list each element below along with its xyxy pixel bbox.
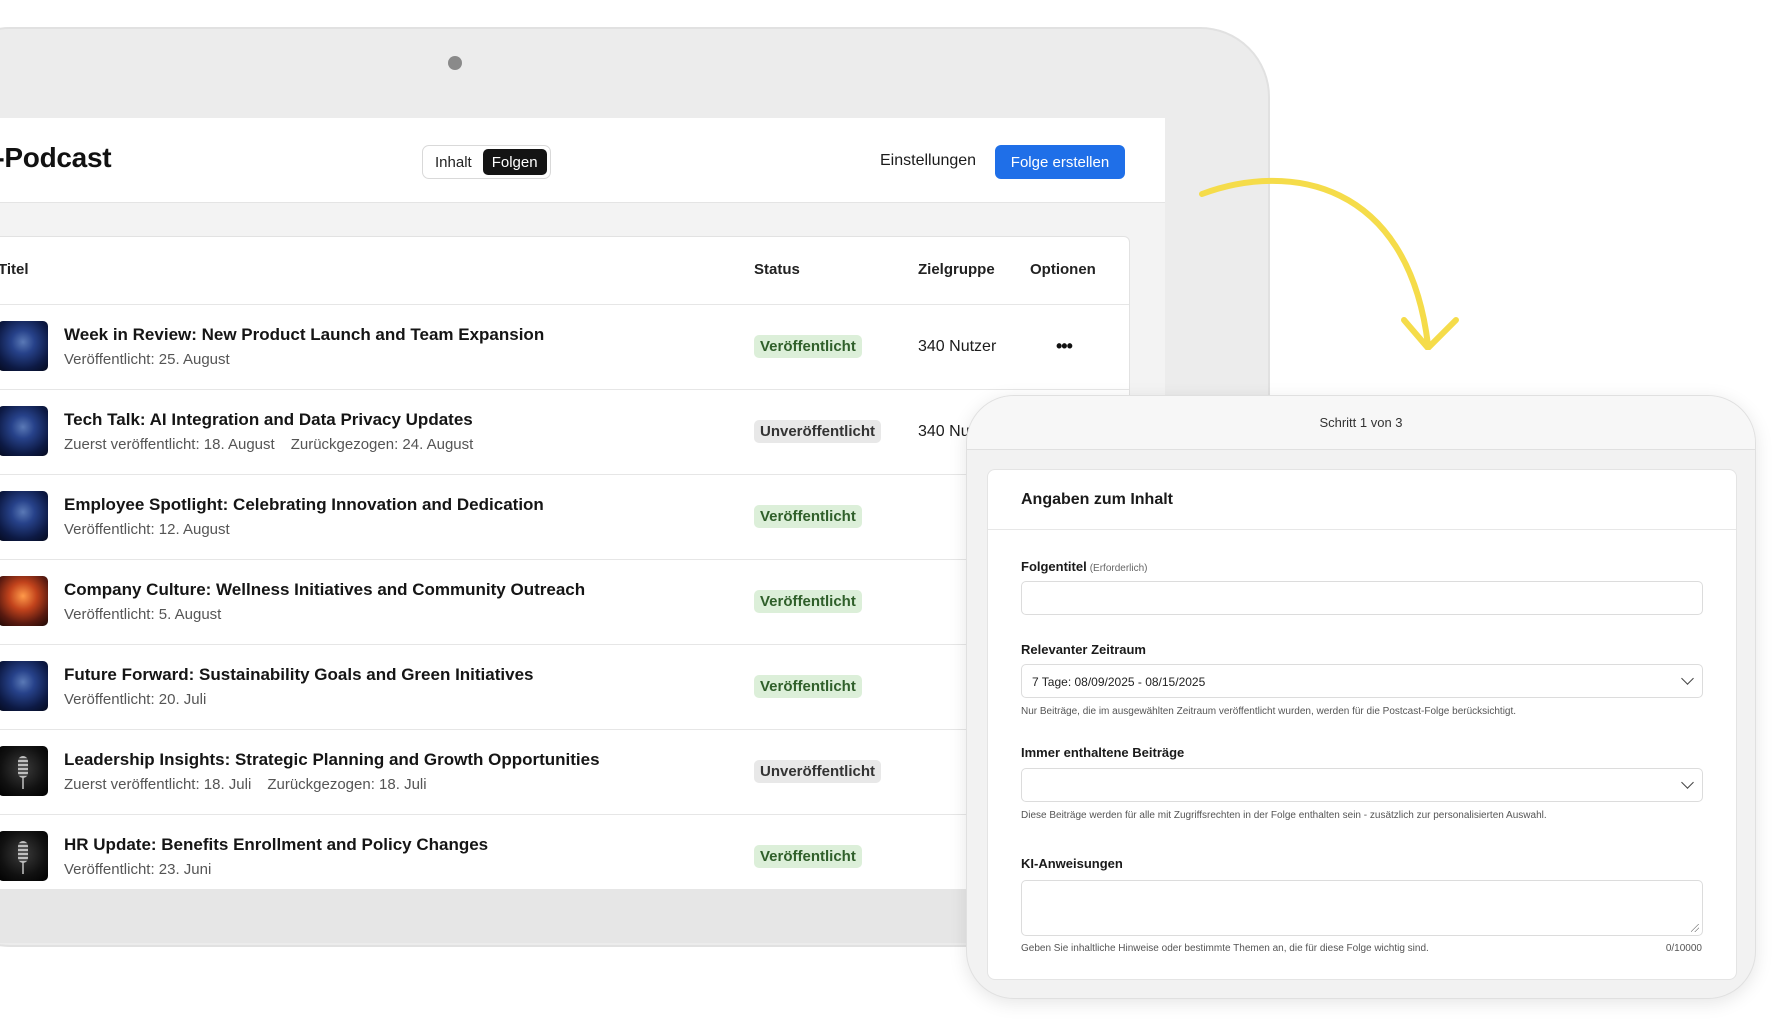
column-header-options: Optionen bbox=[1030, 261, 1096, 278]
step-indicator: Schritt 1 von 3 bbox=[1319, 415, 1403, 430]
episode-title[interactable]: Tech Talk: AI Integration and Data Priva… bbox=[64, 410, 473, 430]
always-included-label: Immer enthaltene Beiträge bbox=[1021, 745, 1185, 760]
table-row[interactable]: Leadership Insights: Strategic Planning … bbox=[0, 730, 1129, 815]
arrow-icon bbox=[1199, 177, 1459, 350]
ai-instructions-label: KI-Anweisungen bbox=[1021, 856, 1123, 871]
stepper: Schritt 1 von 3 bbox=[967, 396, 1755, 450]
create-episode-modal: Schritt 1 von 3 Angaben zum Inhalt Folge… bbox=[966, 395, 1756, 999]
status-badge: Veröffentlicht bbox=[754, 505, 862, 528]
resize-handle-icon[interactable] bbox=[1691, 924, 1699, 932]
character-counter: 0/10000 bbox=[1665, 943, 1702, 954]
column-header-title: Titel bbox=[0, 261, 29, 278]
device-bottom-bar bbox=[0, 889, 1000, 943]
always-included-hint: Diese Beiträge werden für alle mit Zugri… bbox=[1021, 810, 1547, 821]
episode-thumbnail bbox=[0, 491, 48, 541]
period-label: Relevanter Zeitraum bbox=[1021, 642, 1146, 657]
episode-date: Zuerst veröffentlicht: 18. Juli Zurückgez… bbox=[64, 776, 427, 793]
content-form: Angaben zum Inhalt Folgentitel (Erforderl… bbox=[987, 469, 1737, 980]
table-row[interactable]: Future Forward: Sustainability Goals and… bbox=[0, 645, 1129, 730]
camera-dot bbox=[448, 56, 462, 70]
episode-thumbnail bbox=[0, 831, 48, 881]
episode-title[interactable]: Leadership Insights: Strategic Planning … bbox=[64, 750, 600, 770]
episode-thumbnail bbox=[0, 576, 48, 626]
audience-count: 340 Nutzer bbox=[918, 338, 997, 355]
ai-instructions-textarea[interactable] bbox=[1021, 880, 1703, 936]
tab-inhalt[interactable]: Inhalt bbox=[426, 149, 481, 175]
episode-title[interactable]: HR Update: Benefits Enrollment and Polic… bbox=[64, 835, 488, 855]
stage: KI-Podcast Inhalt Folgen Einstellungen F… bbox=[0, 0, 1790, 1028]
episodes-table: Titel Status Zielgruppe Optionen Week in… bbox=[0, 236, 1130, 917]
column-header-status: Status bbox=[754, 261, 800, 278]
period-select[interactable]: 7 Tage: 08/09/2025 - 08/15/2025 bbox=[1021, 664, 1703, 698]
episode-date: Zuerst veröffentlicht: 18. August Zurückg… bbox=[64, 436, 474, 453]
status-badge: Veröffentlicht bbox=[754, 845, 862, 868]
episode-thumbnail bbox=[0, 661, 48, 711]
settings-button[interactable]: Einstellungen bbox=[880, 152, 976, 170]
ai-instructions-hint: Geben Sie inhaltliche Hinweise oder best… bbox=[1021, 943, 1429, 954]
episode-date: Veröffentlicht: 20. Juli bbox=[64, 691, 207, 708]
chevron-down-icon bbox=[1681, 672, 1694, 685]
episode-thumbnail bbox=[0, 321, 48, 371]
table-row[interactable]: HR Update: Benefits Enrollment and Polic… bbox=[0, 815, 1129, 900]
period-select-value: 7 Tage: 08/09/2025 - 08/15/2025 bbox=[1032, 675, 1206, 689]
table-row[interactable]: Tech Talk: AI Integration and Data Priva… bbox=[0, 390, 1129, 475]
episode-thumbnail bbox=[0, 406, 48, 456]
table-row[interactable]: Employee Spotlight: Celebrating Innovati… bbox=[0, 475, 1129, 560]
episode-title[interactable]: Company Culture: Wellness Initiatives an… bbox=[64, 580, 585, 600]
episode-title-input[interactable] bbox=[1022, 582, 1702, 614]
status-badge: Unveröffentlicht bbox=[754, 760, 882, 783]
episode-title[interactable]: Employee Spotlight: Celebrating Innovati… bbox=[64, 495, 544, 515]
table-header: Titel Status Zielgruppe Optionen bbox=[0, 237, 1129, 305]
status-badge: Veröffentlicht bbox=[754, 590, 862, 613]
form-header: Angaben zum Inhalt bbox=[988, 470, 1736, 530]
chevron-down-icon bbox=[1681, 776, 1694, 789]
tab-folgen[interactable]: Folgen bbox=[482, 149, 547, 175]
episode-title[interactable]: Future Forward: Sustainability Goals and… bbox=[64, 665, 533, 685]
table-row[interactable]: Company Culture: Wellness Initiatives an… bbox=[0, 560, 1129, 645]
table-row[interactable]: Week in Review: New Product Launch and T… bbox=[0, 305, 1129, 390]
status-badge: Veröffentlicht bbox=[754, 335, 862, 358]
episode-date: Veröffentlicht: 25. August bbox=[64, 351, 230, 368]
episode-date: Veröffentlicht: 5. August bbox=[64, 606, 222, 623]
always-included-select[interactable] bbox=[1021, 768, 1703, 802]
episode-title-field[interactable] bbox=[1021, 581, 1703, 615]
app-header: KI-Podcast Inhalt Folgen Einstellungen F… bbox=[0, 118, 1165, 203]
episode-date: Veröffentlicht: 12. August bbox=[64, 521, 230, 538]
form-title: Angaben zum Inhalt bbox=[1021, 491, 1173, 508]
create-episode-button[interactable]: Folge erstellen bbox=[995, 145, 1125, 179]
episode-title-label: Folgentitel (Erforderlich) bbox=[1021, 559, 1148, 574]
view-switcher: Inhalt Folgen bbox=[422, 145, 551, 179]
period-hint: Nur Beiträge, die im ausgewählten Zeitra… bbox=[1021, 706, 1517, 717]
page-title: KI-Podcast bbox=[0, 142, 112, 173]
column-header-audience: Zielgruppe bbox=[918, 261, 995, 278]
status-badge: Veröffentlicht bbox=[754, 675, 862, 698]
status-badge: Unveröffentlicht bbox=[754, 420, 882, 443]
episode-title[interactable]: Week in Review: New Product Launch and T… bbox=[64, 325, 544, 345]
episode-thumbnail bbox=[0, 746, 48, 796]
required-hint: (Erforderlich) bbox=[1089, 563, 1148, 574]
more-dots-icon[interactable]: ••• bbox=[1056, 336, 1073, 357]
episode-date: Veröffentlicht: 23. Juni bbox=[64, 861, 212, 878]
